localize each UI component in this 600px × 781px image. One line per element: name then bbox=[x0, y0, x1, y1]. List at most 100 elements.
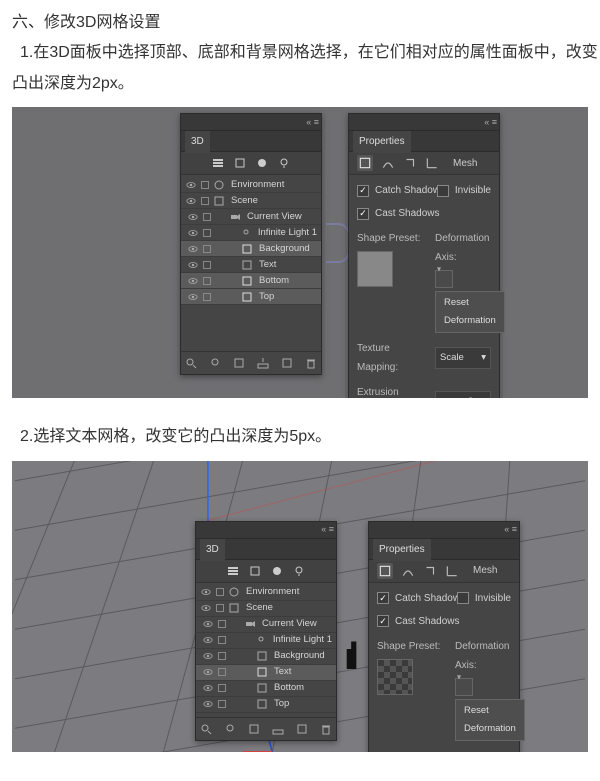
panel-3d-header[interactable]: « ≡ bbox=[181, 114, 321, 131]
trash-icon[interactable] bbox=[319, 723, 333, 735]
chevron-down-icon[interactable]: ▾ bbox=[437, 262, 441, 277]
filter-material-icon[interactable] bbox=[270, 565, 284, 577]
light-icon[interactable] bbox=[208, 357, 222, 369]
texture-mapping-label: Texture Mapping: bbox=[377, 747, 449, 752]
new-icon[interactable] bbox=[280, 357, 294, 369]
visibility-eye-icon[interactable] bbox=[187, 228, 199, 238]
visibility-eye-icon[interactable] bbox=[187, 244, 199, 254]
coord-mode-icon[interactable] bbox=[445, 564, 459, 578]
extrusion-depth-input[interactable]: 2 px bbox=[435, 391, 491, 398]
visibility-eye-icon[interactable] bbox=[187, 292, 199, 302]
render-icon[interactable] bbox=[232, 357, 246, 369]
mesh-mode-icon[interactable] bbox=[377, 563, 393, 579]
coord-mode-icon[interactable] bbox=[425, 156, 439, 170]
panel-window-controls[interactable]: « ≡ bbox=[306, 114, 319, 130]
visibility-eye-icon[interactable] bbox=[185, 196, 197, 206]
layer-row-bottom[interactable]: Bottom bbox=[181, 273, 321, 289]
panel-window-controls[interactable]: « ≡ bbox=[504, 522, 517, 538]
visibility-eye-icon[interactable] bbox=[187, 212, 199, 222]
deformation-axis-label: Deformation Axis: bbox=[435, 229, 505, 267]
invisible-row[interactable]: Invisible bbox=[437, 181, 491, 200]
light-icon bbox=[240, 228, 252, 238]
filter-all-icon[interactable] bbox=[226, 565, 240, 577]
mesh-icon bbox=[256, 683, 268, 693]
visibility-eye-icon[interactable] bbox=[202, 699, 214, 709]
light-icon bbox=[255, 635, 267, 645]
environment-icon bbox=[213, 180, 225, 190]
checkbox-icon[interactable] bbox=[457, 592, 469, 604]
layer-row-text[interactable]: Text bbox=[181, 257, 321, 273]
selection-box-icon bbox=[216, 588, 224, 596]
filter-material-icon[interactable] bbox=[255, 157, 269, 169]
layer-row-background[interactable]: Background bbox=[196, 649, 336, 665]
layer-row-top[interactable]: Top bbox=[196, 697, 336, 713]
panel-properties-tab[interactable]: Properties bbox=[373, 537, 431, 561]
checkbox-checked-icon[interactable] bbox=[357, 185, 369, 197]
light-icon[interactable] bbox=[223, 723, 237, 735]
layer-label: Top bbox=[274, 695, 289, 713]
cap-mode-icon[interactable] bbox=[403, 156, 417, 170]
visibility-eye-icon[interactable] bbox=[202, 683, 214, 693]
layer-row-background[interactable]: Background bbox=[181, 241, 321, 257]
selection-box-icon bbox=[203, 277, 211, 285]
mesh-icon bbox=[256, 699, 268, 709]
panel-window-controls[interactable]: « ≡ bbox=[321, 522, 334, 538]
layer-row-bottom[interactable]: Bottom bbox=[196, 681, 336, 697]
mesh-mode-icon[interactable] bbox=[357, 155, 373, 171]
invisible-row[interactable]: Invisible bbox=[457, 589, 511, 608]
filter-mesh-icon[interactable] bbox=[233, 157, 247, 169]
panel-properties-tab[interactable]: Properties bbox=[353, 129, 411, 153]
cap-mode-icon[interactable] bbox=[423, 564, 437, 578]
visibility-eye-icon[interactable] bbox=[187, 276, 199, 286]
layer-row-text[interactable]: Text bbox=[196, 665, 336, 681]
layer-list: Environment Scene Current View bbox=[196, 583, 336, 715]
cast-shadows-row[interactable]: Cast Shadows bbox=[357, 204, 491, 223]
checkbox-checked-icon[interactable] bbox=[377, 592, 389, 604]
checkbox-checked-icon[interactable] bbox=[377, 615, 389, 627]
deform-mode-icon[interactable] bbox=[401, 564, 415, 578]
shape-preset-swatch[interactable] bbox=[377, 659, 413, 695]
properties-mode-toolbar: Mesh bbox=[349, 152, 499, 175]
search-icon[interactable] bbox=[199, 723, 213, 735]
new-icon[interactable] bbox=[295, 723, 309, 735]
visibility-eye-icon[interactable] bbox=[200, 603, 212, 613]
panel-3d-header[interactable]: « ≡ bbox=[196, 522, 336, 539]
properties-body: Catch Shadows Cast Shadows Invisible Sha… bbox=[349, 175, 499, 398]
reset-deformation-button[interactable]: Reset Deformation bbox=[435, 291, 505, 333]
render-icon[interactable] bbox=[247, 723, 261, 735]
visibility-eye-icon[interactable] bbox=[202, 635, 214, 645]
filter-light-icon[interactable] bbox=[277, 157, 291, 169]
new-layer-icon[interactable] bbox=[271, 723, 285, 735]
filter-light-icon[interactable] bbox=[292, 565, 306, 577]
chevron-down-icon[interactable]: ▾ bbox=[457, 669, 461, 684]
screenshot-1: « ≡ 3D Environment bbox=[12, 107, 588, 398]
visibility-eye-icon[interactable] bbox=[185, 180, 197, 190]
layer-row-top[interactable]: Top bbox=[181, 289, 321, 305]
reset-deformation-button[interactable]: Reset Deformation bbox=[455, 699, 525, 741]
filter-mesh-icon[interactable] bbox=[248, 565, 262, 577]
visibility-eye-icon[interactable] bbox=[202, 667, 214, 677]
panel-properties-header[interactable]: « ≡ bbox=[349, 114, 499, 131]
chevron-down-icon: ▾ bbox=[481, 349, 486, 367]
panel-3d-tab[interactable]: 3D bbox=[185, 129, 210, 153]
shape-preset-swatch[interactable] bbox=[357, 251, 393, 287]
panel-3d-tab[interactable]: 3D bbox=[200, 537, 225, 561]
visibility-eye-icon[interactable] bbox=[200, 587, 212, 597]
visibility-eye-icon[interactable] bbox=[187, 260, 199, 270]
selection-box-icon bbox=[201, 197, 209, 205]
texture-mapping-select[interactable]: Scale▾ bbox=[435, 347, 491, 369]
layer-list: Environment Scene Current View bbox=[181, 175, 321, 307]
filter-all-icon[interactable] bbox=[211, 157, 225, 169]
checkbox-checked-icon[interactable] bbox=[357, 208, 369, 220]
checkbox-icon[interactable] bbox=[437, 185, 449, 197]
deform-mode-icon[interactable] bbox=[381, 156, 395, 170]
visibility-eye-icon[interactable] bbox=[202, 619, 214, 629]
visibility-eye-icon[interactable] bbox=[202, 651, 214, 661]
panel-properties-header[interactable]: « ≡ bbox=[369, 522, 519, 539]
panel-window-controls[interactable]: « ≡ bbox=[484, 114, 497, 130]
cast-shadows-row[interactable]: Cast Shadows bbox=[377, 612, 511, 631]
properties-mode-toolbar: Mesh bbox=[369, 560, 519, 583]
new-layer-icon[interactable] bbox=[256, 357, 270, 369]
trash-icon[interactable] bbox=[304, 357, 318, 369]
search-icon[interactable] bbox=[184, 357, 198, 369]
